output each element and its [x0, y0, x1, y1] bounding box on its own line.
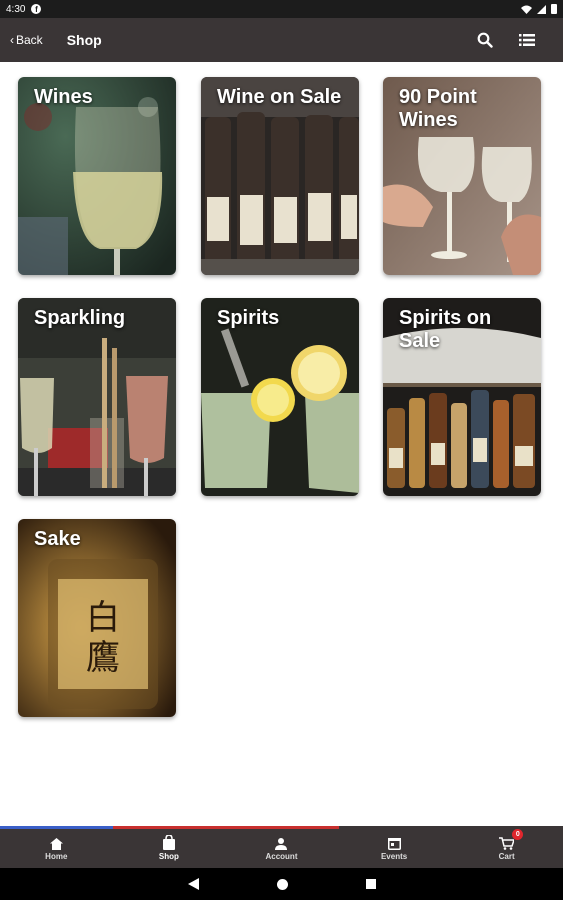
category-tile-wines[interactable]: Wines — [18, 77, 176, 275]
nav-label: Shop — [158, 851, 179, 861]
category-label: Sparkling — [34, 307, 126, 329]
back-button[interactable]: ‹ Back — [10, 33, 43, 47]
category-tile-90-point-wines[interactable]: 90 Point Wines — [383, 77, 541, 275]
nav-label: Home — [45, 851, 68, 861]
category-tile-spirits-on-sale[interactable]: Spirits on Sale — [383, 298, 541, 496]
status-bar: 4:30 f — [0, 0, 563, 18]
nav-label: Events — [380, 851, 408, 861]
search-icon[interactable] — [477, 32, 493, 48]
nav-item-home[interactable]: Home — [0, 826, 113, 868]
nav-item-events[interactable]: Events — [338, 826, 451, 868]
category-label: Wine on Sale — [217, 86, 342, 108]
category-tile-sparkling[interactable]: Sparkling — [18, 298, 176, 496]
category-tile-wine-on-sale[interactable]: Wine on Sale — [201, 77, 359, 275]
recents-square-icon[interactable] — [365, 879, 376, 889]
home-circle-icon[interactable] — [276, 878, 288, 890]
page-title: Shop — [66, 32, 102, 48]
category-label: Wines — [34, 86, 93, 108]
list-icon[interactable] — [519, 33, 535, 47]
cart-icon — [499, 836, 515, 850]
chevron-left-icon: ‹ — [10, 33, 14, 47]
status-icons — [521, 4, 557, 14]
home-icon — [49, 837, 63, 850]
nav-item-cart[interactable]: Cart 0 — [450, 826, 563, 868]
category-label: 90 Point Wines — [399, 86, 477, 131]
top-app-bar: ‹ Back Shop — [0, 18, 563, 62]
back-triangle-icon[interactable] — [187, 878, 199, 890]
nav-item-shop[interactable]: Shop — [113, 826, 226, 868]
svg-text:鷹: 鷹 — [86, 638, 120, 678]
nav-item-account[interactable]: Account — [225, 826, 338, 868]
category-label: Spirits on Sale — [399, 307, 492, 352]
system-navigation-bar — [0, 868, 563, 900]
nav-label: Account — [265, 851, 298, 861]
shopping-bag-icon — [162, 834, 175, 850]
category-label: Spirits — [217, 307, 280, 329]
category-label: Sake — [34, 528, 81, 550]
battery-icon — [551, 4, 557, 14]
svg-text:白: 白 — [86, 598, 120, 638]
cart-badge: 0 — [512, 829, 524, 840]
category-tile-spirits[interactable]: Spirits — [201, 298, 359, 496]
bottom-navigation: Home Shop Account Events Cart 0 — [0, 826, 563, 868]
back-label: Back — [16, 33, 43, 47]
person-icon — [275, 837, 288, 850]
signal-icon — [537, 4, 546, 14]
category-tile-sake[interactable]: 白 鷹 Sake — [18, 519, 176, 717]
facebook-icon: f — [31, 4, 42, 14]
nav-label: Cart — [498, 851, 515, 861]
wifi-icon — [521, 5, 532, 14]
calendar-icon — [387, 837, 401, 850]
status-time: 4:30 — [6, 3, 26, 15]
